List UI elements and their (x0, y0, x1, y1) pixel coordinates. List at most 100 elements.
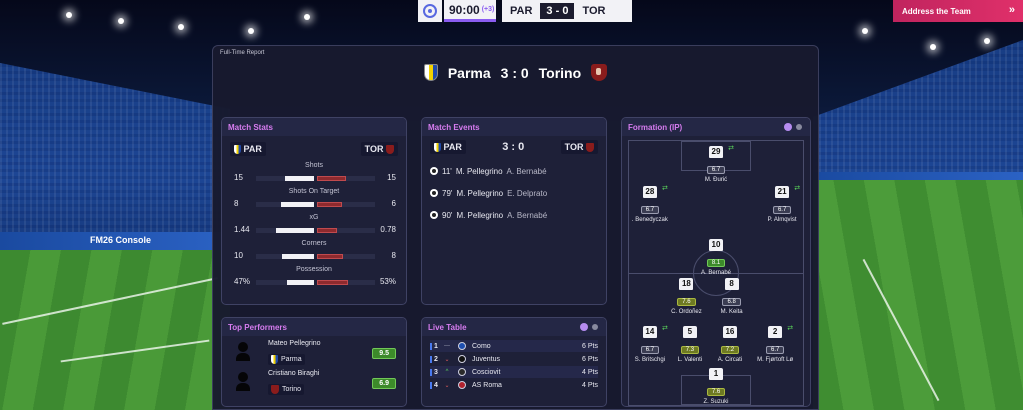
formation-player[interactable]: 21 6.7 P. Almqvist ⇄ (752, 185, 810, 223)
stat-away-bar (317, 202, 375, 208)
event-assist: A. Bernabé (507, 210, 548, 220)
floodlight (248, 28, 254, 34)
player-shirt-icon: 2 (768, 325, 783, 338)
address-team-label: Address the Team (902, 6, 971, 16)
top-performers-card[interactable]: Top Performers Mateo Pellegrino Parma 9.5 C… (221, 317, 407, 407)
events-away-label: TOR (564, 142, 584, 152)
stats-home-team: PAR (230, 142, 266, 157)
player-avatar-icon (236, 342, 250, 362)
stat-away-fill (317, 176, 346, 182)
stat-row: Possession 47% 53% (222, 264, 406, 290)
stat-away-value: 15 (387, 173, 396, 183)
performer-team: Parma (268, 354, 305, 365)
address-team-button[interactable]: Address the Team » (893, 0, 1023, 22)
dot-inactive[interactable] (592, 324, 598, 330)
stat-label: Shots On Target (288, 188, 340, 196)
club-badge-icon (458, 342, 466, 350)
avatar-head (238, 342, 248, 352)
formation-player[interactable]: 29 6.7 M. Đurić ⇄ (686, 145, 746, 183)
game-menu-button[interactable] (418, 0, 442, 22)
player-shirt-icon: 10 (709, 238, 723, 251)
event-assist: E. Delprato (507, 188, 548, 198)
player-name: M. Fjørtoft Lø (757, 356, 794, 363)
player-shirt-icon: 16 (722, 325, 737, 338)
performer-rating: 9.5 (372, 348, 396, 359)
player-name: P. Almqvist (767, 216, 797, 223)
performer-team-name: Torino (282, 386, 302, 393)
event-minute: 11' (442, 166, 452, 176)
stat-home-value: 47% (234, 277, 251, 287)
formation-card[interactable]: Formation (IP) 29 6.7 M. Đurić ⇄ 28 6.7. Bene… (621, 117, 811, 407)
performer-row[interactable]: Mateo Pellegrino Parma 9.5 (222, 338, 406, 368)
position-change-icon: — (444, 343, 450, 349)
event-scorer: M. Pellegrino (455, 166, 503, 176)
player-shirt-icon: 1 (709, 368, 723, 381)
dot-active[interactable] (784, 123, 792, 131)
dot-inactive[interactable] (796, 124, 802, 130)
table-team-name: Juventus (472, 355, 501, 363)
stat-away-bar (317, 254, 375, 260)
performers-list: Mateo Pellegrino Parma 9.5 Cristiano Biragh… (222, 338, 406, 398)
view-toggle-dots[interactable] (784, 123, 802, 131)
pitch-grass-right (813, 180, 1023, 410)
performer-name: Cristiano Biraghi (268, 370, 320, 377)
player-rating: 6.7 (765, 345, 785, 354)
torino-crest-icon (585, 143, 594, 153)
table-row[interactable]: 3 ^ Cosciovit 4 Pts (430, 366, 598, 378)
stat-home-fill (281, 254, 314, 260)
performer-team: Torino (268, 384, 305, 395)
event-row[interactable]: 11' M. Pellegrino A. Bernabé (422, 160, 606, 182)
full-time-report-panel: Full-Time Report Parma 3 : 0 Torino Matc… (212, 45, 819, 410)
table-row[interactable]: 1 — Como 6 Pts (430, 340, 598, 352)
advertising-board: FM26 Console (0, 232, 230, 250)
card-title: Top Performers (222, 318, 406, 336)
position-change-icon: ⌄ (444, 382, 450, 389)
performer-team-badge: Parma (268, 354, 305, 365)
torino-crest-icon (386, 145, 394, 155)
formation-player[interactable]: 1 7.6 Z. Suzuki (686, 368, 746, 405)
stat-home-bar (256, 176, 314, 182)
match-stats-card[interactable]: Match Stats PAR TOR Shots 15 15 Shots On Ta… (221, 117, 407, 305)
table-row[interactable]: 4 ⌄ AS Roma 4 Pts (430, 379, 598, 391)
scoreboard: PAR 3 - 0 TOR (502, 0, 632, 22)
stat-home-fill (285, 176, 314, 182)
player-rating: 7.6 (706, 388, 726, 397)
live-table-card[interactable]: Live Table 1 — Como 6 Pts 2 ⌄ Juventus 6 Pts 3 ^ C… (421, 317, 607, 407)
card-title: Match Events (422, 118, 606, 136)
avatar-head (238, 372, 248, 382)
goal-ball-icon (430, 211, 438, 220)
performer-team-name: Parma (281, 356, 302, 363)
formation-player[interactable]: 8 6.8 M. Keita (702, 278, 762, 315)
goal-ball-icon (430, 189, 438, 198)
player-rating: 7.2 (720, 345, 740, 354)
club-badge-icon (458, 355, 466, 363)
floodlight (930, 44, 936, 50)
player-rating: 6.7 (640, 345, 660, 354)
stat-home-fill (280, 202, 314, 208)
parma-crest-icon (234, 145, 241, 155)
stat-home-bar (256, 280, 314, 286)
performer-row[interactable]: Cristiano Biraghi Torino 6.9 (222, 368, 406, 398)
table-points: 6 Pts (582, 342, 598, 350)
floodlight (862, 28, 868, 34)
goal-ball-icon (430, 167, 438, 176)
parma-crest-icon (423, 64, 438, 81)
dot-active[interactable] (580, 323, 588, 331)
match-events-card[interactable]: Match Events PAR 3 : 0 TOR 11' M. Pellegr… (421, 117, 607, 305)
event-minute: 90' (442, 210, 453, 220)
stat-away-fill (317, 280, 348, 286)
event-row[interactable]: 90' M. Pellegrino A. Bernabé (422, 204, 606, 226)
table-row[interactable]: 2 ⌄ Juventus 6 Pts (430, 353, 598, 365)
formation-player[interactable]: 28 6.7 . Benedyczak ⇄ (622, 185, 680, 223)
chevron-right-icon: » (1008, 4, 1015, 16)
stat-label: Corners (301, 240, 327, 248)
formation-player[interactable]: 10 8.1 A. Bernabé (686, 238, 746, 276)
floodlight (118, 18, 124, 24)
table-position: 3 (430, 368, 440, 376)
formation-player[interactable]: 2 6.7 M. Fjørtoft Lø ⇄ (745, 325, 805, 363)
view-toggle-dots[interactable] (580, 323, 598, 331)
event-row[interactable]: 79' M. Pellegrino E. Delprato (422, 182, 606, 204)
events-home-label: PAR (443, 142, 462, 152)
stats-away-label: TOR (364, 144, 384, 154)
card-title: Formation (IP) (622, 118, 810, 136)
